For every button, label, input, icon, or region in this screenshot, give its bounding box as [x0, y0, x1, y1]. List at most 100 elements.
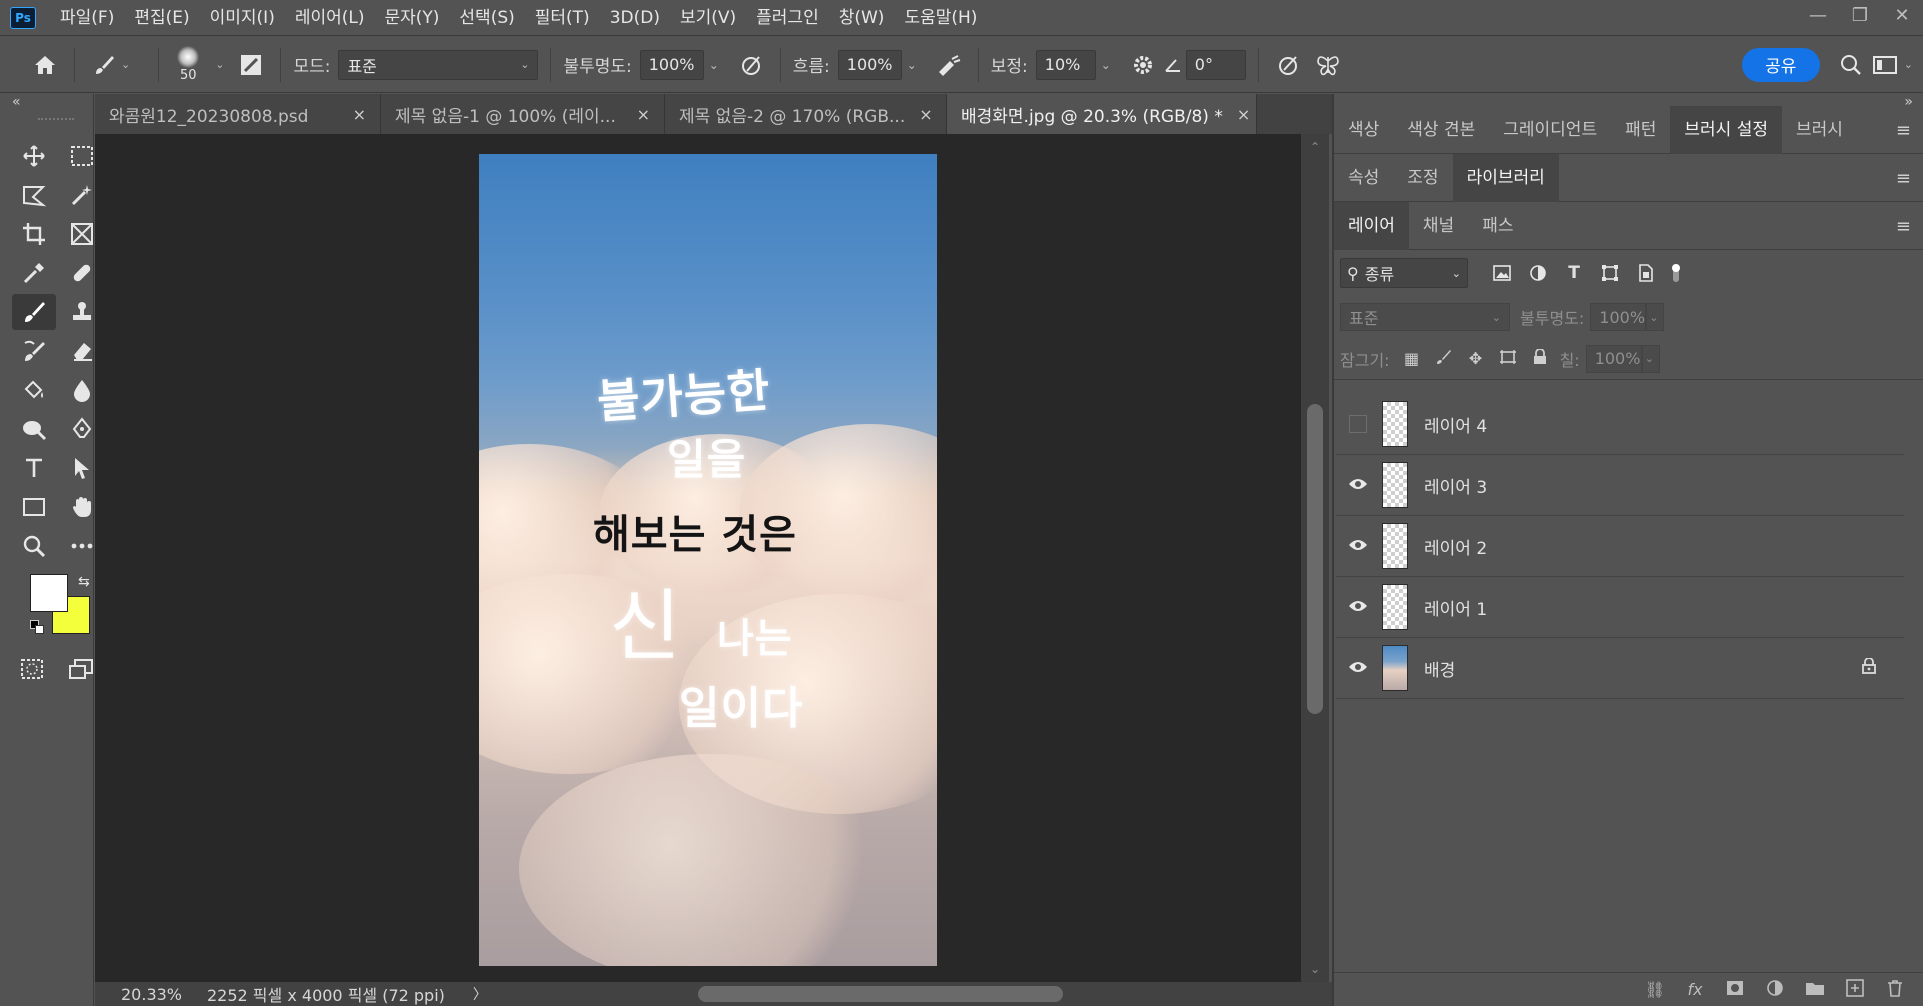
panel-menu-icon[interactable]: ≡ [1896, 120, 1911, 141]
doc-tab[interactable]: 제목 없음-1 @ 100% (레이... × [381, 94, 665, 134]
doc-tab[interactable]: 제목 없음-2 @ 170% (RGB... × [665, 94, 947, 134]
collapse-panel-icon[interactable]: « [12, 94, 21, 110]
tab-gradients[interactable]: 그레이디언트 [1489, 106, 1611, 154]
fill-input[interactable]: 100% [1585, 344, 1642, 373]
lock-icon[interactable] [1862, 657, 1876, 678]
workspace-icon[interactable] [1868, 48, 1902, 82]
canvas-area[interactable]: 불가능한 일을 해보는 것은 신 나는 일이다 [95, 134, 1301, 982]
fx-icon[interactable]: fx [1675, 980, 1715, 999]
scroll-down-icon[interactable]: ⌄ [1310, 962, 1320, 976]
new-group-folder-icon[interactable] [1795, 980, 1835, 1000]
quick-mask-icon[interactable] [20, 658, 44, 684]
eye-icon[interactable] [1336, 659, 1380, 678]
foreground-color-swatch[interactable] [30, 574, 68, 612]
tab-brush-settings[interactable]: 브러시 설정 [1670, 105, 1782, 154]
lock-position-icon[interactable]: ✥ [1460, 349, 1492, 368]
menu-item[interactable]: 이미지(I) [200, 0, 285, 36]
tab-adjustments[interactable]: 조정 [1393, 154, 1452, 202]
menu-item[interactable]: 편집(E) [124, 0, 199, 36]
share-button[interactable]: 공유 [1741, 47, 1820, 82]
flow-dropdown[interactable]: ⌄ [902, 50, 922, 80]
menu-item[interactable]: 3D(D) [600, 0, 670, 36]
close-window-button[interactable]: ✕ [1881, 0, 1923, 32]
layer-row[interactable]: 레이어 4 [1336, 394, 1904, 455]
lasso-tool-icon[interactable] [12, 177, 56, 213]
lock-image-pixels-icon[interactable] [1428, 349, 1460, 369]
panel-menu-icon[interactable]: ≡ [1896, 216, 1911, 237]
rectangle-tool-icon[interactable] [12, 489, 56, 525]
opacity-input[interactable]: 100% [639, 49, 704, 80]
new-adjustment-layer-icon[interactable] [1755, 979, 1795, 1001]
menu-item[interactable]: 파일(F) [50, 0, 124, 36]
doc-tab-active[interactable]: 배경화면.jpg @ 20.3% (RGB/8) * × [947, 94, 1257, 134]
menu-item[interactable]: 레이어(L) [285, 0, 375, 36]
move-tool-icon[interactable] [12, 138, 56, 174]
document-canvas[interactable]: 불가능한 일을 해보는 것은 신 나는 일이다 [479, 154, 937, 966]
lock-all-icon[interactable] [1524, 347, 1556, 369]
toolbar-grip[interactable] [38, 118, 74, 120]
type-tool-icon[interactable] [12, 450, 56, 486]
panel-menu-icon[interactable]: ≡ [1896, 168, 1911, 189]
smoothing-input[interactable]: 10% [1035, 49, 1096, 80]
link-layers-icon[interactable]: ⛓ [1635, 980, 1675, 999]
eye-icon[interactable] [1336, 598, 1380, 617]
angle-input[interactable]: 0° [1185, 49, 1246, 80]
delete-layer-trash-icon[interactable] [1875, 979, 1915, 1001]
minimize-button[interactable]: — [1797, 0, 1839, 32]
close-icon[interactable]: × [919, 105, 932, 124]
layer-opacity-input[interactable]: 100% [1590, 303, 1647, 331]
horizontal-scroll-thumb[interactable] [698, 986, 1063, 1002]
layer-row[interactable]: 레이어 1 [1336, 577, 1904, 638]
brush-size-picker[interactable]: 50 [171, 46, 205, 83]
chevron-down-icon[interactable]: ⌄ [121, 58, 130, 71]
menu-item[interactable]: 도움말(H) [894, 0, 987, 36]
eyedropper-tool-icon[interactable] [12, 255, 56, 291]
search-icon[interactable] [1834, 48, 1868, 82]
dodge-tool-icon[interactable] [12, 411, 56, 447]
flow-input[interactable]: 100% [837, 49, 902, 80]
pressure-opacity-icon[interactable] [734, 48, 768, 82]
lock-transparent-pixels-icon[interactable]: ▦ [1396, 349, 1428, 368]
swap-colors-icon[interactable]: ⇆ [78, 574, 90, 590]
lock-artboard-icon[interactable] [1492, 349, 1524, 369]
menu-item[interactable]: 보기(V) [670, 0, 746, 36]
brush-tool-icon[interactable] [12, 294, 56, 330]
vertical-scroll-thumb[interactable] [1307, 404, 1323, 714]
layer-kind-select[interactable]: ⚲ 종류 ⌄ [1340, 258, 1468, 288]
airbrush-icon[interactable] [932, 48, 966, 82]
default-colors-icon[interactable] [30, 620, 44, 634]
mode-select[interactable]: 표준 ⌄ [338, 49, 539, 80]
smoothing-dropdown[interactable]: ⌄ [1096, 50, 1116, 80]
layer-row[interactable]: 레이어 2 [1336, 516, 1904, 577]
close-icon[interactable]: × [637, 105, 650, 124]
tab-patterns[interactable]: 패턴 [1611, 106, 1670, 154]
tab-brushes[interactable]: 브러시 [1782, 106, 1857, 154]
paint-bucket-tool-icon[interactable] [12, 372, 56, 408]
filter-shape-layer-icon[interactable] [1592, 258, 1628, 288]
tab-swatches[interactable]: 색상 견본 [1393, 106, 1489, 154]
layer-opacity-dropdown[interactable]: ⌄ [1646, 303, 1665, 331]
smoothing-settings-gear-icon[interactable] [1126, 48, 1160, 82]
filter-adjustment-layer-icon[interactable] [1520, 258, 1556, 288]
fill-dropdown[interactable]: ⌄ [1641, 344, 1660, 373]
filter-type-layer-icon[interactable]: T [1556, 258, 1592, 288]
pressure-size-icon[interactable] [1271, 48, 1305, 82]
new-layer-icon[interactable] [1835, 978, 1875, 1001]
history-brush-tool-icon[interactable] [12, 333, 56, 369]
screen-mode-icon[interactable] [68, 658, 94, 684]
add-mask-icon[interactable] [1715, 980, 1755, 1000]
layer-row-background[interactable]: 배경 [1336, 638, 1904, 699]
filter-smart-object-icon[interactable] [1628, 258, 1664, 288]
close-icon[interactable]: × [1237, 105, 1250, 124]
menu-item[interactable]: 문자(Y) [374, 0, 449, 36]
visibility-toggle-off[interactable] [1349, 415, 1367, 433]
layer-row[interactable]: 레이어 3 [1336, 455, 1904, 516]
tab-libraries[interactable]: 라이브러리 [1452, 153, 1559, 202]
vertical-scrollbar[interactable]: ⌃ ⌄ [1301, 134, 1329, 982]
menu-item[interactable]: 선택(S) [449, 0, 524, 36]
filter-pixel-layer-icon[interactable] [1484, 258, 1520, 288]
eye-icon[interactable] [1336, 476, 1380, 495]
brush-settings-toggle-icon[interactable] [234, 48, 268, 82]
tab-channels[interactable]: 채널 [1409, 202, 1468, 250]
zoom-level[interactable]: 20.33% [121, 985, 193, 1004]
